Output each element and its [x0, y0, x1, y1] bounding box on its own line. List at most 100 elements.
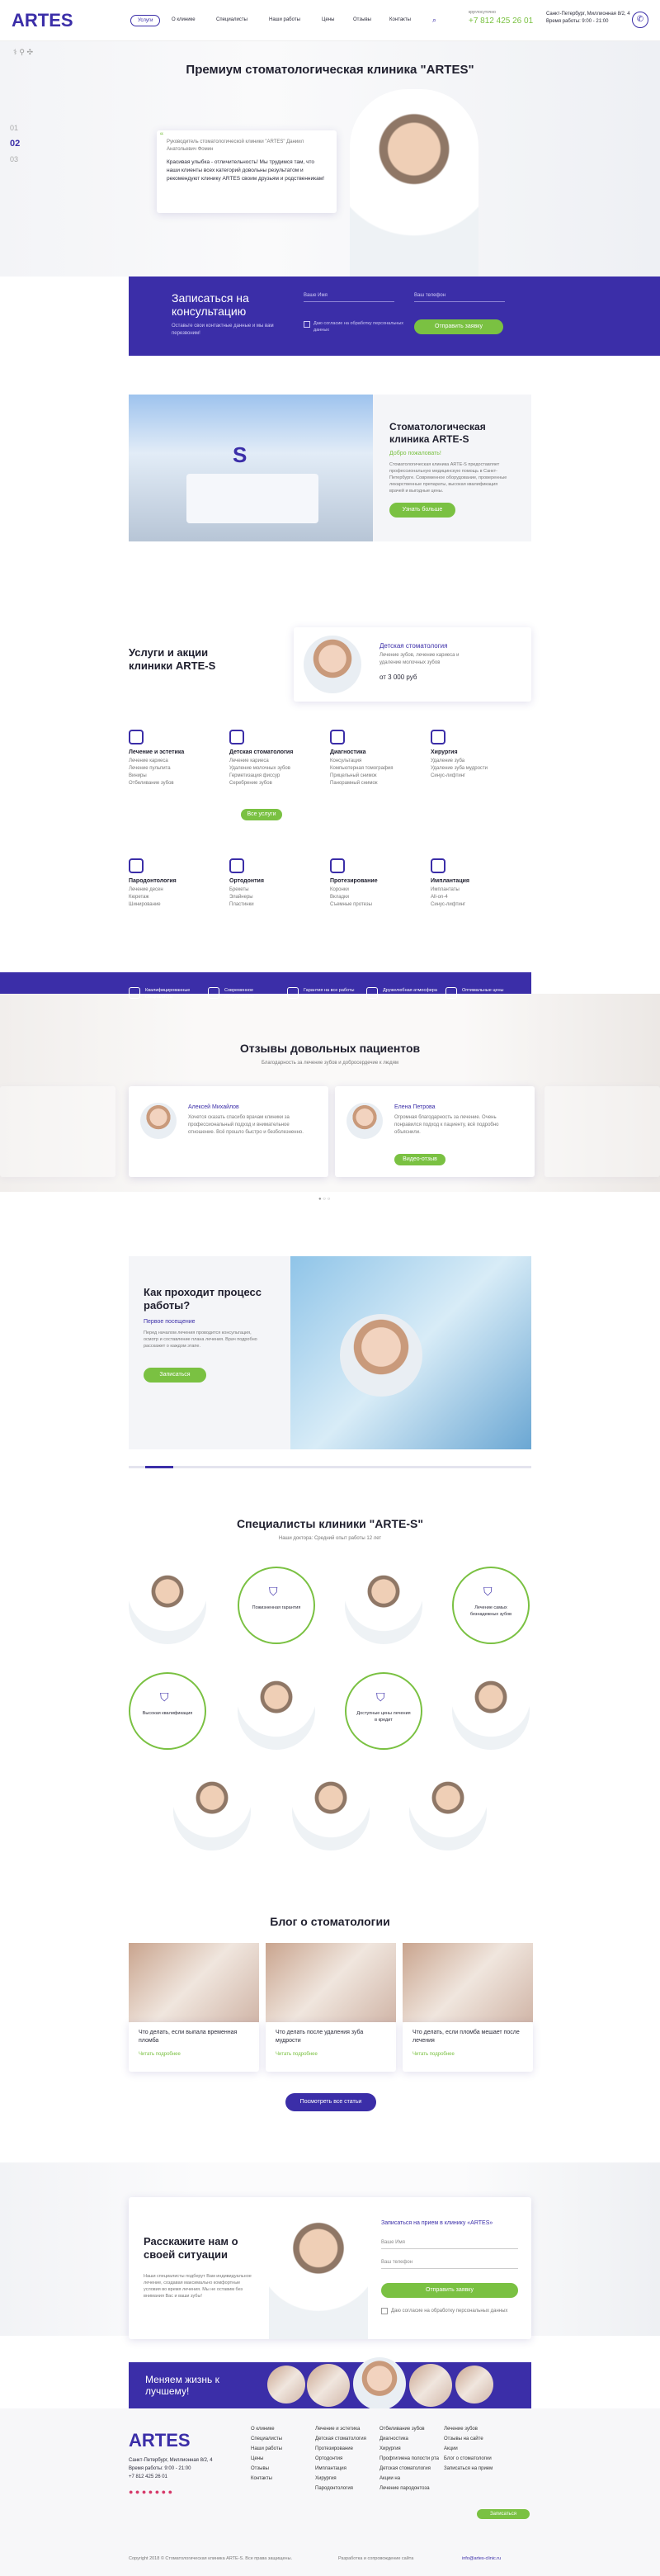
- specialist-photo[interactable]: [173, 1773, 251, 1850]
- contact-phone-input[interactable]: Ваш телефон: [381, 2260, 518, 2269]
- booking-submit-button[interactable]: Отправить заявку: [414, 319, 503, 334]
- all-posts-button[interactable]: Посмотреть все статьи: [285, 2093, 376, 2111]
- blog-read-more[interactable]: Читать подробнее: [276, 2052, 318, 2057]
- footer-link[interactable]: Хирургия: [315, 2476, 337, 2481]
- search-icon[interactable]: ⌕: [432, 16, 436, 25]
- service-subitem[interactable]: Удаление молочных зубов: [229, 765, 290, 773]
- footer-link[interactable]: Имплантация: [315, 2466, 346, 2471]
- nav-item-contacts[interactable]: Контакты: [389, 17, 411, 22]
- service-subitem[interactable]: Консультация: [330, 758, 361, 765]
- header-phone[interactable]: +7 812 425 26 01: [469, 17, 533, 26]
- service-subitem[interactable]: Компьютерная томография: [330, 765, 394, 773]
- footer-link[interactable]: Отзывы на сайте: [444, 2437, 483, 2441]
- footer-link[interactable]: О клинике: [251, 2427, 275, 2432]
- slide-02[interactable]: 02: [10, 139, 20, 149]
- service-subitem[interactable]: Панорамный снимок: [330, 780, 378, 787]
- logo[interactable]: ARTES: [12, 10, 73, 31]
- footer-link[interactable]: Цены: [251, 2456, 263, 2461]
- service-subitem[interactable]: Вкладки: [330, 894, 349, 901]
- slide-01[interactable]: 01: [10, 124, 18, 132]
- footer-link[interactable]: Наши работы: [251, 2446, 282, 2451]
- about-more-button[interactable]: Узнать больше: [389, 503, 455, 518]
- footer-link[interactable]: Лечение и эстетика: [315, 2427, 360, 2432]
- nav-item-prices[interactable]: Цены: [322, 17, 334, 22]
- service-subitem[interactable]: Серебрение зубов: [229, 780, 272, 787]
- service-subitem[interactable]: Синус-лифтинг: [431, 901, 465, 909]
- service-subitem[interactable]: Виниры: [129, 773, 147, 780]
- specialist-photo[interactable]: [129, 1567, 206, 1644]
- service-name[interactable]: Имплантация: [431, 878, 469, 884]
- footer-link[interactable]: Лечение пародонтоза: [380, 2486, 430, 2491]
- service-subitem[interactable]: Съемные протезы: [330, 901, 372, 909]
- service-subitem[interactable]: Удаление зуба: [431, 758, 464, 765]
- service-subitem[interactable]: Лечение кариеса: [129, 758, 168, 765]
- service-subitem[interactable]: Лечение пульпита: [129, 765, 171, 773]
- contact-name-input[interactable]: Ваше Имя: [381, 2240, 518, 2249]
- service-subitem[interactable]: Отбеливание зубов: [129, 780, 174, 787]
- service-subitem[interactable]: Шинирование: [129, 901, 161, 909]
- footer-link[interactable]: Контакты: [251, 2476, 272, 2481]
- footer-link[interactable]: Диагностика: [380, 2437, 408, 2441]
- specialist-photo[interactable]: [292, 1773, 370, 1850]
- specialist-photo[interactable]: [452, 1672, 530, 1750]
- blog-photo[interactable]: [403, 1943, 533, 2022]
- service-subitem[interactable]: Лечение кариеса: [229, 758, 269, 765]
- footer-link[interactable]: Профгигиена полости рта: [380, 2456, 439, 2461]
- booking-name-input[interactable]: Ваше Имя: [304, 293, 394, 302]
- specialist-photo[interactable]: [345, 1567, 422, 1644]
- nav-item-works[interactable]: Наши работы: [269, 17, 300, 22]
- blog-post-title[interactable]: Что делать после удаления зуба мудрости: [276, 2029, 386, 2045]
- booking-phone-input[interactable]: Ваш телефон: [414, 293, 505, 302]
- service-subitem[interactable]: Синус-лифтинг: [431, 773, 465, 780]
- footer-link[interactable]: Детская стоматология: [380, 2466, 431, 2471]
- process-progress[interactable]: [129, 1466, 531, 1468]
- footer-link[interactable]: Протезирование: [315, 2446, 353, 2451]
- service-subitem[interactable]: Герметизация фиссур: [229, 773, 280, 780]
- contact-submit-button[interactable]: Отправить заявку: [381, 2283, 518, 2298]
- nav-item-services[interactable]: Услуги: [130, 15, 161, 26]
- service-subitem[interactable]: Удаление зуба мудрости: [431, 765, 488, 773]
- service-name[interactable]: Диагностика: [330, 749, 366, 755]
- footer-link[interactable]: Лечение зубов: [444, 2427, 478, 2432]
- footer-link[interactable]: Хирургия: [380, 2446, 401, 2451]
- service-name[interactable]: Пародонтология: [129, 878, 177, 884]
- service-subitem[interactable]: Имплантаты: [431, 886, 460, 894]
- footer-link[interactable]: Пародонтология: [315, 2486, 353, 2491]
- contact-consent-checkbox[interactable]: [381, 2308, 388, 2314]
- social-icons[interactable]: ● ● ● ● ● ● ●: [129, 2488, 172, 2496]
- footer-cta-button[interactable]: Записаться: [477, 2509, 530, 2519]
- footer-link[interactable]: Акции: [444, 2446, 458, 2451]
- footer-link[interactable]: Акции на: [380, 2476, 400, 2481]
- service-name[interactable]: Лечение и эстетика: [129, 749, 184, 755]
- nav-item-specialists[interactable]: Специалисты: [216, 17, 248, 22]
- footer-link[interactable]: Ортодонтия: [315, 2456, 342, 2461]
- footer-link[interactable]: Специалисты: [251, 2437, 282, 2441]
- specialist-photo[interactable]: [409, 1773, 487, 1850]
- service-subitem[interactable]: Пластинки: [229, 901, 254, 909]
- service-subitem[interactable]: Кюретаж: [129, 894, 149, 901]
- specialist-photo[interactable]: [238, 1672, 315, 1750]
- blog-photo[interactable]: [129, 1943, 259, 2022]
- service-name[interactable]: Ортодонтия: [229, 878, 264, 884]
- footer-email[interactable]: info@artes-clinic.ru: [462, 2555, 501, 2563]
- promo-card[interactable]: Детская стоматология Лечение зубов, лече…: [294, 627, 531, 702]
- blog-post-title[interactable]: Что делать, если выпала временная пломба: [139, 2029, 249, 2045]
- footer-phone[interactable]: +7 812 425 26 01: [129, 2474, 167, 2479]
- all-services-button[interactable]: Все услуги: [241, 809, 282, 820]
- footer-link[interactable]: Отзывы: [251, 2466, 269, 2471]
- service-subitem[interactable]: All-on-4: [431, 894, 448, 901]
- service-subitem[interactable]: Лечение десен: [129, 886, 163, 894]
- blog-post-title[interactable]: Что делать, если пломба мешает после леч…: [412, 2029, 523, 2045]
- service-subitem[interactable]: Элайнеры: [229, 894, 253, 901]
- footer-link[interactable]: Детская стоматология: [315, 2437, 366, 2441]
- service-subitem[interactable]: Брекеты: [229, 886, 249, 894]
- callback-icon[interactable]: ✆: [632, 12, 648, 28]
- service-subitem[interactable]: Коронки: [330, 886, 349, 894]
- footer-link[interactable]: Записаться на прием: [444, 2466, 493, 2471]
- footer-link[interactable]: Блог о стоматологии: [444, 2456, 492, 2461]
- footer-logo[interactable]: ARTES: [129, 2430, 191, 2451]
- reviews-dots[interactable]: ● ○ ○: [318, 1197, 330, 1202]
- nav-item-reviews[interactable]: Отзывы: [353, 17, 371, 22]
- service-subitem[interactable]: Прицельный снимок: [330, 773, 377, 780]
- footer-link[interactable]: Отбеливание зубов: [380, 2427, 425, 2432]
